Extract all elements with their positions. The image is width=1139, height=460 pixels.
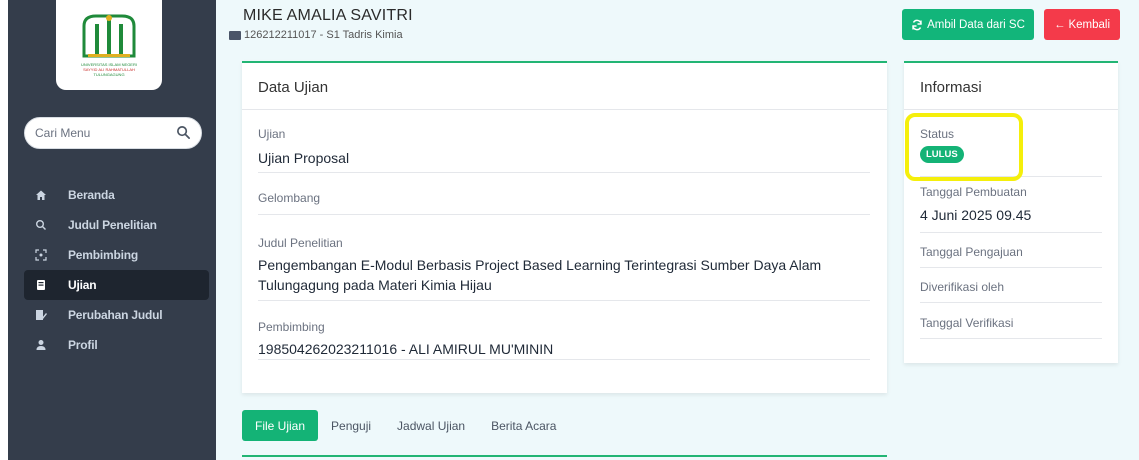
status-highlight <box>905 113 1023 181</box>
student-id: 126212211017 - S1 Tadris Kimia <box>229 29 403 41</box>
sidebar-item-profil[interactable]: Profil <box>24 330 209 360</box>
field-label: Tanggal Verifikasi <box>920 316 1014 330</box>
field-tanggal-verifikasi: Tanggal Verifikasi <box>920 316 1102 339</box>
field-tanggal-pengajuan: Tanggal Pengajuan <box>920 245 1102 268</box>
field-label: Tanggal Pembuatan <box>920 185 1027 199</box>
sidebar-item-judul-penelitian[interactable]: Judul Penelitian <box>24 210 209 240</box>
field-judul-penelitian: Judul Penelitian Pengembangan E-Modul Be… <box>258 236 870 301</box>
field-label: Diverifikasi oleh <box>920 280 1005 294</box>
search-icon <box>34 218 48 232</box>
informasi-title: Informasi <box>904 63 1118 110</box>
logo-emblem-icon <box>82 14 136 58</box>
ambil-data-label: Ambil Data dari SC <box>927 18 1025 31</box>
kembali-label: Kembali <box>1068 18 1111 31</box>
ujian-tabs: File Ujian Penguji Jadwal Ujian Berita A… <box>242 410 569 441</box>
field-label: Ujian <box>258 127 286 141</box>
kembali-button[interactable]: ← Kembali <box>1044 9 1120 40</box>
sync-icon <box>912 19 922 30</box>
university-logo[interactable]: UNIVERSITAS ISLAM NEGERI SAYYID ALI RAHM… <box>56 0 162 90</box>
sidebar-item-label: Judul Penelitian <box>68 218 157 232</box>
search-input[interactable] <box>35 126 165 140</box>
tab-penguji[interactable]: Penguji <box>318 410 384 441</box>
next-card-border <box>242 455 887 457</box>
logo-text-line3: TULUNGAGUNG <box>93 72 125 77</box>
tab-file-ujian[interactable]: File Ujian <box>242 410 319 441</box>
user-icon <box>34 338 48 352</box>
field-value: Pengembangan E-Modul Berbasis Project Ba… <box>258 257 822 293</box>
search-box <box>24 117 202 149</box>
sidebar-item-beranda[interactable]: Beranda <box>24 180 209 210</box>
field-label: Pembimbing <box>258 320 325 334</box>
sidebar-item-ujian[interactable]: Ujian <box>24 270 209 300</box>
home-icon <box>34 188 48 202</box>
field-pembimbing: Pembimbing 198504262023211016 - ALI AMIR… <box>258 320 870 360</box>
sidebar-item-label: Pembimbing <box>68 248 139 262</box>
sidebar-item-pembimbing[interactable]: Pembimbing <box>24 240 209 270</box>
scan-icon <box>34 248 48 262</box>
student-id-text: 126212211017 - S1 Tadris Kimia <box>244 29 403 41</box>
field-gelombang: Gelombang <box>258 191 870 215</box>
sidebar-item-perubahan-judul[interactable]: Perubahan Judul <box>24 300 209 330</box>
edit-icon <box>34 308 48 322</box>
informasi-card: Informasi Status LULUS Tanggal Pembuatan… <box>904 61 1118 363</box>
field-label: Judul Penelitian <box>258 236 343 250</box>
field-tanggal-pembuatan: Tanggal Pembuatan 4 Juni 2025 09.45 <box>920 185 1102 233</box>
arrow-left-icon: ← <box>1053 18 1066 31</box>
sidebar: UNIVERSITAS ISLAM NEGERI SAYYID ALI RAHM… <box>8 0 216 460</box>
field-value: 198504262023211016 - ALI AMIRUL MU'MININ <box>258 341 554 357</box>
search-icon[interactable] <box>176 125 191 145</box>
ambil-data-button[interactable]: Ambil Data dari SC <box>902 9 1034 40</box>
student-name: MIKE AMALIA SAVITRI <box>243 7 413 24</box>
sidebar-item-label: Beranda <box>68 188 115 202</box>
id-card-icon <box>229 30 241 40</box>
sidebar-menu: Beranda Judul Penelitian Pembimbing Ujia… <box>24 180 209 360</box>
left-gutter <box>0 0 8 460</box>
tab-jadwal-ujian[interactable]: Jadwal Ujian <box>384 410 478 441</box>
main-content: MIKE AMALIA SAVITRI 126212211017 - S1 Ta… <box>216 0 1139 460</box>
data-ujian-card: Data Ujian Ujian Ujian Proposal Gelomban… <box>242 61 887 393</box>
data-ujian-title: Data Ujian <box>242 63 887 110</box>
sidebar-item-label: Perubahan Judul <box>68 308 163 322</box>
field-label: Gelombang <box>258 191 321 205</box>
sidebar-item-label: Ujian <box>68 278 97 292</box>
field-label: Tanggal Pengajuan <box>920 245 1023 259</box>
sidebar-item-label: Profil <box>68 338 98 352</box>
field-value: 4 Juni 2025 09.45 <box>920 207 1032 223</box>
field-value: Ujian Proposal <box>258 150 350 166</box>
tab-berita-acara[interactable]: Berita Acara <box>478 410 569 441</box>
field-diverifikasi-oleh: Diverifikasi oleh <box>920 280 1102 303</box>
field-ujian: Ujian Ujian Proposal <box>258 127 870 173</box>
book-icon <box>34 278 48 292</box>
